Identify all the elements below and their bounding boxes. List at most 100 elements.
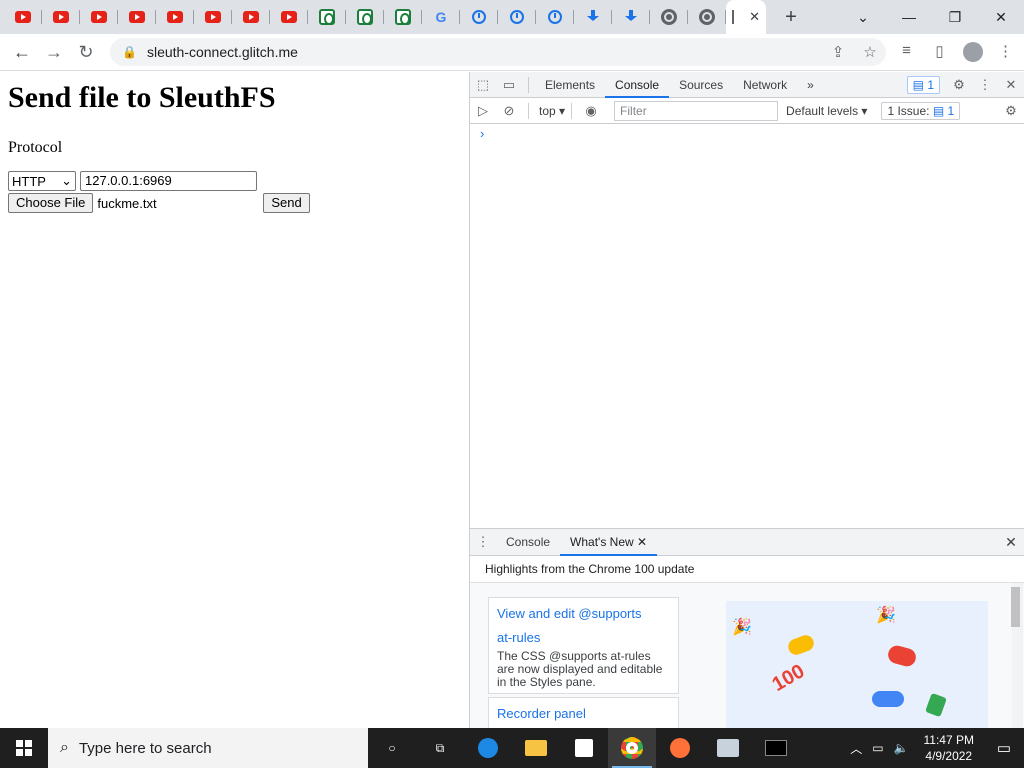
protocol-select-value: HTTP <box>12 173 46 189</box>
tab-sources[interactable]: Sources <box>669 72 733 98</box>
restore-button[interactable]: ❐ <box>932 9 978 26</box>
address-bar[interactable]: 🔒 sleuth-connect.glitch.me ⇪ ☆ <box>110 38 886 66</box>
more-tabs-icon[interactable]: » <box>797 72 824 98</box>
chevron-up-icon[interactable]: ︿ <box>850 740 862 757</box>
messages-badge[interactable]: ▤ 1 <box>906 75 940 94</box>
app-icon[interactable] <box>704 728 752 768</box>
tab-youtube-4[interactable] <box>118 0 156 34</box>
close-tab-icon[interactable]: ✕ <box>637 535 647 549</box>
menu-kebab-icon[interactable]: ⋮ <box>989 42 1022 62</box>
new-tab-button[interactable]: + <box>776 6 806 29</box>
scrollbar-thumb[interactable] <box>1011 587 1020 627</box>
feature-card-recorder[interactable]: Recorder panel <box>488 697 679 729</box>
terminal-icon[interactable] <box>752 728 800 768</box>
tab-chrome-2[interactable] <box>688 0 726 34</box>
tab-youtube-5[interactable] <box>156 0 194 34</box>
task-view-icon[interactable]: ⧉ <box>416 728 464 768</box>
console-settings-gear-icon[interactable]: ⚙ <box>998 103 1024 119</box>
close-tab-icon[interactable]: ✕ <box>749 9 760 25</box>
back-arrow-icon[interactable]: ← <box>6 42 38 63</box>
clock[interactable]: 11:47 PM 4/9/2022 <box>924 732 974 764</box>
scrollbar[interactable] <box>1011 583 1023 729</box>
console-filter-input[interactable]: Filter <box>614 100 779 121</box>
reload-icon[interactable]: ↻ <box>70 42 102 63</box>
log-levels-select[interactable]: Default levels ▾ <box>786 104 867 118</box>
chrome-taskbar-icon[interactable] <box>608 728 656 768</box>
tab-active[interactable]: ✕ <box>726 0 766 34</box>
protocol-select[interactable]: HTTP ⌄ <box>8 171 76 191</box>
tab-search-icon[interactable]: ⌄ <box>840 9 886 26</box>
console-prompt-icon[interactable]: › <box>480 126 484 141</box>
url-text: sleuth-connect.glitch.me <box>146 44 298 60</box>
edge-icon[interactable] <box>464 728 512 768</box>
taskbar-search-box[interactable]: ⌕ Type here to search <box>48 728 368 768</box>
minimize-button[interactable]: — <box>886 9 932 25</box>
tab-youtube-3[interactable] <box>80 0 118 34</box>
share-icon[interactable]: ⇪ <box>822 43 854 61</box>
tab-strip: G ✕ + ⌄ — ❐ ✕ <box>0 0 1024 34</box>
device-toggle-icon[interactable]: ▭ <box>496 77 522 93</box>
store-icon[interactable] <box>560 728 608 768</box>
clear-console-icon[interactable]: ⊘ <box>496 103 522 119</box>
sidebar-toggle-icon[interactable]: ▷ <box>470 103 496 119</box>
tab-chrome-1[interactable] <box>650 0 688 34</box>
tab-glitch-3[interactable] <box>384 0 422 34</box>
firefox-icon[interactable] <box>656 728 704 768</box>
live-expression-eye-icon[interactable]: ◉ <box>578 103 604 119</box>
google-icon: G <box>435 9 447 25</box>
media-control-icon[interactable]: ≡ <box>890 42 923 62</box>
close-devtools-icon[interactable]: ✕ <box>998 77 1024 93</box>
tab-glitch-1[interactable] <box>308 0 346 34</box>
volume-icon[interactable]: 🔈 <box>894 741 909 755</box>
tab-youtube-2[interactable] <box>42 0 80 34</box>
devtools-menu-icon[interactable]: ⋮ <box>972 77 998 93</box>
feature-card-title[interactable]: View and edit @supports <box>497 602 670 626</box>
tab-history-1[interactable] <box>460 0 498 34</box>
bookmark-star-icon[interactable]: ☆ <box>854 43 886 61</box>
window-controls: ⌄ — ❐ ✕ <box>840 0 1024 34</box>
drawer-menu-icon[interactable]: ⋮ <box>470 534 496 550</box>
drawer-tabbar: ⋮ Console What's New ✕ ✕ <box>470 529 1024 556</box>
context-value: top <box>539 103 556 118</box>
drawer-tab-whats-new[interactable]: What's New ✕ <box>560 529 658 556</box>
tab-history-3[interactable] <box>536 0 574 34</box>
tab-downloads-1[interactable] <box>574 0 612 34</box>
tab-youtube-1[interactable] <box>4 0 42 34</box>
close-drawer-icon[interactable]: ✕ <box>997 534 1024 551</box>
console-output[interactable]: › <box>470 124 1024 524</box>
tab-console[interactable]: Console <box>605 72 670 98</box>
drawer-tab-console[interactable]: Console <box>496 529 560 556</box>
send-button[interactable]: Send <box>263 193 310 213</box>
close-window-button[interactable]: ✕ <box>978 9 1024 26</box>
file-explorer-icon[interactable] <box>512 728 560 768</box>
profile-avatar-icon[interactable] <box>956 42 989 62</box>
tab-youtube-8[interactable] <box>270 0 308 34</box>
chrome-100-promo-image: 100 🎉 🎉 <box>726 601 988 729</box>
lock-icon[interactable]: 🔒 <box>122 45 137 59</box>
tab-glitch-2[interactable] <box>346 0 384 34</box>
tab-downloads-2[interactable] <box>612 0 650 34</box>
inspect-element-icon[interactable]: ⬚ <box>470 77 496 93</box>
start-button[interactable] <box>0 728 48 768</box>
tab-elements[interactable]: Elements <box>535 72 605 98</box>
tab-youtube-6[interactable] <box>194 0 232 34</box>
side-panel-icon[interactable]: ▯ <box>923 42 956 62</box>
confetti-shape <box>786 633 816 657</box>
choose-file-button[interactable]: Choose File <box>8 193 94 213</box>
address-input[interactable]: 127.0.0.1:6969 <box>80 171 257 191</box>
cortana-icon[interactable]: ○ <box>368 728 416 768</box>
feature-card-title-cont[interactable]: at-rules <box>497 626 670 650</box>
tab-google[interactable]: G <box>422 0 460 34</box>
forward-arrow-icon[interactable]: → <box>38 42 70 63</box>
youtube-icon <box>15 11 31 23</box>
tab-network[interactable]: Network <box>733 72 797 98</box>
issues-button[interactable]: 1 Issue: ▤ 1 <box>881 101 961 120</box>
tab-youtube-7[interactable] <box>232 0 270 34</box>
settings-gear-icon[interactable]: ⚙ <box>946 77 972 93</box>
tab-history-2[interactable] <box>498 0 536 34</box>
context-select[interactable]: top ▾ <box>539 104 565 118</box>
notifications-icon[interactable]: ▭ <box>989 739 1019 757</box>
feature-card-title[interactable]: Recorder panel <box>497 702 670 726</box>
network-icon[interactable]: ▭ <box>872 741 883 755</box>
feature-card-supports[interactable]: View and edit @supports at-rules The CSS… <box>488 597 679 694</box>
